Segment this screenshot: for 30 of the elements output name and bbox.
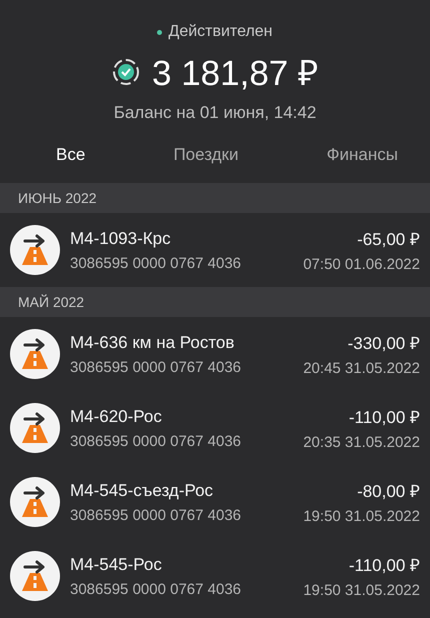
card-number: 3086595 0000 0767 4036 [70,580,242,598]
card-number: 3086595 0000 0767 4036 [70,432,242,450]
filter-tab[interactable]: Финансы [326,141,398,169]
charge-time: 07:50 01.06.2022 [303,256,420,273]
toll-point-name: М4-545-съезд-Рос [70,480,214,500]
card-number: 3086595 0000 0767 4036 [70,254,242,272]
filter-tab[interactable]: Поездки [173,141,238,169]
charge-time: 20:45 31.05.2022 [303,360,420,377]
charge-time: 19:50 31.05.2022 [303,508,420,525]
charge-time: 19:50 31.05.2022 [303,582,420,599]
month-header: ИЮНЬ 2022 [0,183,430,213]
toll-point-name: М4-620-Рос [70,406,163,426]
charge-amount: -80,00 ₽ [357,481,420,502]
balance-amount: 3 181,87 ₽ [152,53,318,95]
filter-tab[interactable]: Все [56,141,86,169]
charge-time: 20:35 31.05.2022 [303,434,420,451]
month-header: МАЙ 2022 [0,287,430,317]
card-number: 3086595 0000 0767 4036 [70,506,242,524]
charge-amount: -65,00 ₽ [357,229,420,250]
balance-date: Баланс на 01 июня, 14:42 [114,103,316,123]
toll-point-name: М4-636 км на Ростов [70,332,236,352]
charge-amount: -110,00 ₽ [348,555,420,576]
charge-amount: -330,00 ₽ [348,333,420,354]
card-number: 3086595 0000 0767 4036 [70,358,242,376]
status-text: Действителен [168,23,273,41]
status-dot [157,30,162,34]
charge-amount: -110,00 ₽ [348,407,420,428]
toll-point-name: М4-545-Рос [70,554,163,574]
check-icon [112,58,140,86]
toll-point-name: М4-1093-Крс [70,228,172,248]
